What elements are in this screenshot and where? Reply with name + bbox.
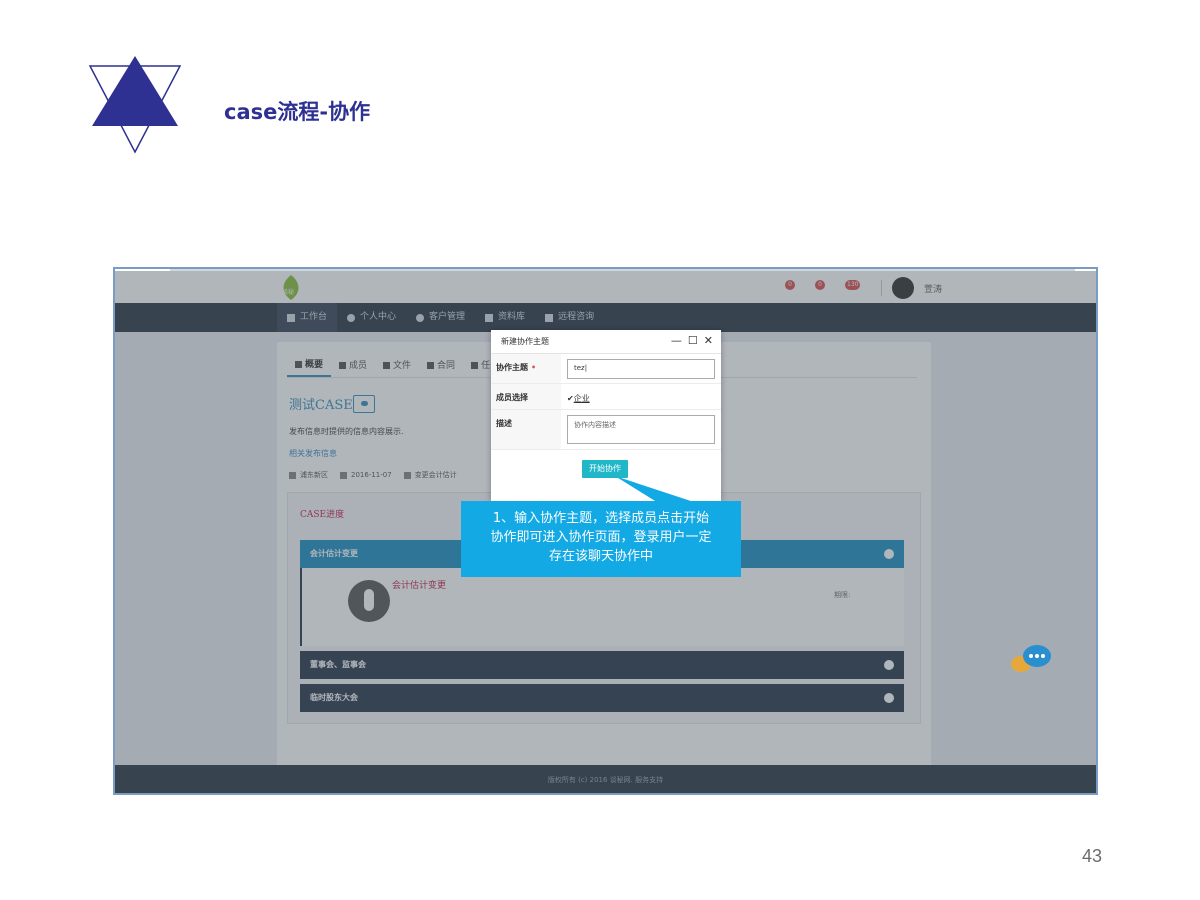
member-option[interactable]: ✔企业	[567, 393, 590, 404]
modal-controls: — ☐ ✕	[671, 335, 713, 347]
maximize-icon[interactable]: ☐	[688, 335, 698, 347]
checkbox-icon[interactable]: ✔	[567, 394, 574, 403]
new-collab-modal: 新建协作主题 — ☐ ✕ 协作主题 • tez| 成员选择 ✔企业 描述 协作内容…	[491, 330, 721, 502]
close-icon[interactable]: ✕	[704, 335, 713, 347]
slide-title: case流程-协作	[224, 100, 371, 124]
instruction-callout: 1、输入协作主题，选择成员点击开始 协作即可进入协作页面，登录用户一定 存在该聊…	[461, 501, 741, 577]
topic-input[interactable]: tez|	[567, 359, 715, 379]
callout-line: 1、输入协作主题，选择成员点击开始	[492, 511, 710, 526]
desc-textarea[interactable]: 协作内容描述	[567, 415, 715, 444]
callout-line: 协作即可进入协作页面，登录用户一定	[490, 530, 712, 545]
required-marker: •	[531, 363, 537, 372]
modal-header: 新建协作主题 — ☐ ✕	[491, 330, 721, 354]
callout-line: 存在该聊天协作中	[548, 549, 653, 564]
app-screenshot: 谈秘 0 0 130 萱涛 工作台 个人中心 客户管理 资料库 远程咨询 概要 …	[113, 267, 1098, 795]
desc-row: 描述 协作内容描述	[491, 410, 721, 450]
minimize-icon[interactable]: —	[671, 335, 682, 347]
topic-row: 协作主题 • tez|	[491, 354, 721, 384]
start-collab-button[interactable]: 开始协作	[582, 460, 628, 478]
page-number: 43	[1082, 846, 1103, 866]
topic-label: 协作主题 •	[491, 354, 561, 383]
members-label: 成员选择	[491, 384, 561, 409]
chat-bubble-icon[interactable]	[1009, 644, 1053, 676]
topic-label-text: 协作主题	[496, 363, 528, 372]
members-row: 成员选择 ✔企业	[491, 384, 721, 410]
modal-title: 新建协作主题	[501, 337, 549, 346]
member-option-label: 企业	[573, 394, 590, 403]
desc-label: 描述	[491, 410, 561, 449]
triangle-star-logo-icon	[88, 56, 182, 154]
